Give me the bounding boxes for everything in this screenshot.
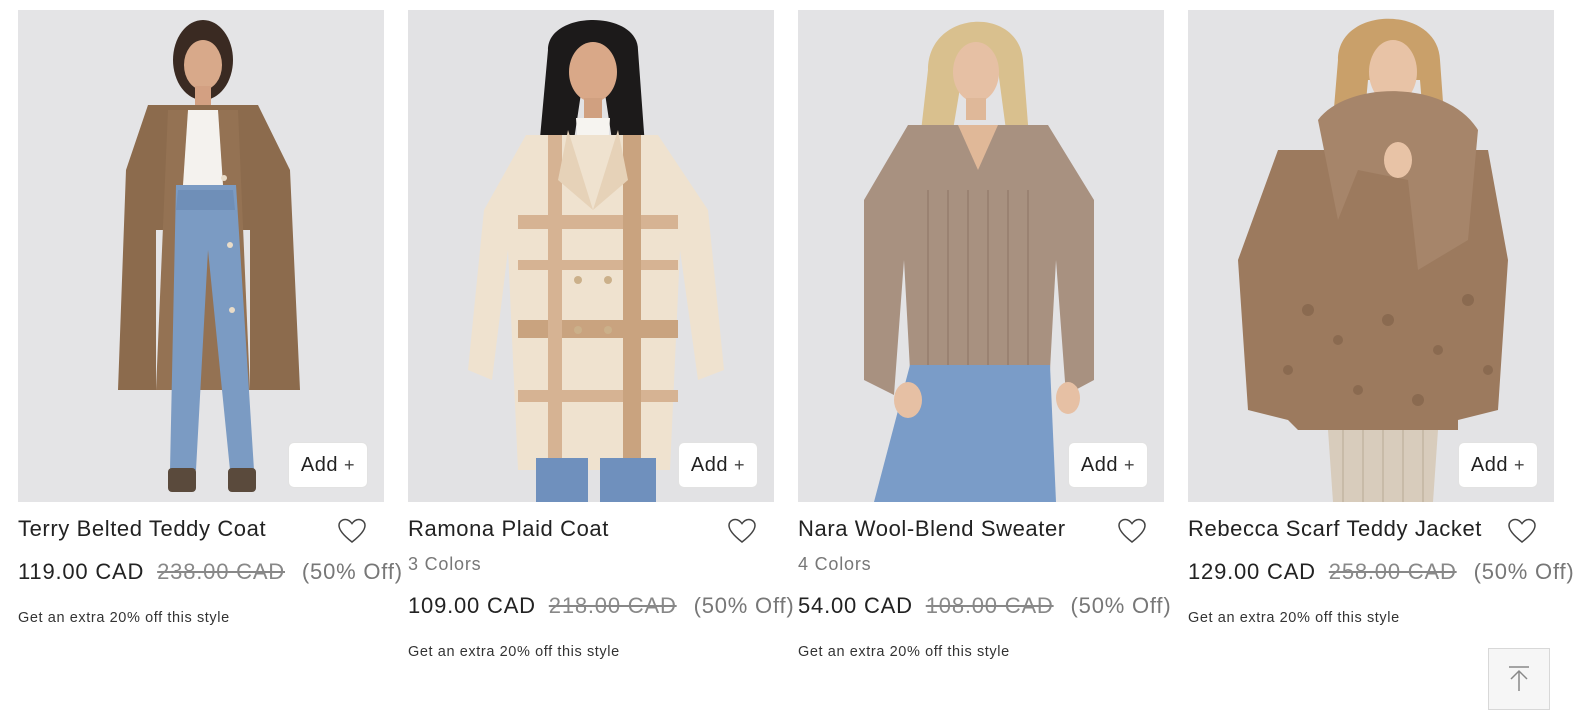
- product-image[interactable]: Add +: [408, 10, 774, 502]
- promo-text: Get an extra 20% off this style: [408, 644, 620, 660]
- add-to-bag-button[interactable]: Add +: [1457, 442, 1538, 488]
- sale-price: 54.00 CAD: [798, 593, 913, 618]
- model-plaid-coat-image: [408, 10, 774, 502]
- product-name[interactable]: Ramona Plaid Coat: [408, 516, 774, 542]
- heart-icon[interactable]: [1118, 518, 1146, 544]
- plus-icon: +: [1123, 454, 1135, 475]
- promo-text: Get an extra 20% off this style: [798, 644, 1010, 660]
- product-name[interactable]: Nara Wool-Blend Sweater: [798, 516, 1164, 542]
- color-count[interactable]: 4 Colors: [798, 552, 1164, 582]
- product-image[interactable]: Add +: [18, 10, 384, 502]
- back-to-top-button[interactable]: [1488, 648, 1550, 710]
- product-image[interactable]: Add +: [1188, 10, 1554, 502]
- add-label: Add: [1080, 453, 1118, 476]
- add-to-bag-button[interactable]: Add +: [287, 442, 368, 488]
- product-card[interactable]: Add + Nara Wool-Blend Sweater 4 Colors 5…: [798, 10, 1171, 660]
- heart-icon[interactable]: [728, 518, 756, 544]
- original-price: 218.00 CAD: [548, 593, 677, 618]
- add-label: Add: [300, 453, 338, 476]
- discount-label: (50% Off): [1473, 559, 1575, 584]
- product-image[interactable]: Add +: [798, 10, 1164, 502]
- product-card[interactable]: Add + Terry Belted Teddy Coat 119.00 CAD…: [18, 10, 402, 626]
- original-price: 258.00 CAD: [1328, 559, 1457, 584]
- heart-icon[interactable]: [338, 518, 366, 544]
- plus-icon: +: [733, 454, 745, 475]
- model-taupe-sweater-image: [798, 10, 1164, 502]
- price-row: 129.00 CAD 258.00 CAD (50% Off): [1188, 558, 1574, 586]
- promo-text: Get an extra 20% off this style: [1188, 610, 1400, 626]
- model-brown-teddy-coat-image: [18, 10, 384, 502]
- original-price: 108.00 CAD: [925, 593, 1054, 618]
- add-label: Add: [1470, 453, 1508, 476]
- heart-icon[interactable]: [1508, 518, 1536, 544]
- price-row: 54.00 CAD 108.00 CAD (50% Off): [798, 592, 1171, 620]
- add-label: Add: [690, 453, 728, 476]
- discount-label: (50% Off): [1070, 593, 1172, 618]
- product-card[interactable]: Add + Ramona Plaid Coat 3 Colors 109.00 …: [408, 10, 794, 660]
- model-teddy-scarf-jacket-image: [1188, 10, 1554, 502]
- sale-price: 119.00 CAD: [18, 559, 145, 584]
- product-name[interactable]: Terry Belted Teddy Coat: [18, 516, 384, 542]
- product-grid: Add + Terry Belted Teddy Coat 119.00 CAD…: [18, 10, 1580, 710]
- sale-price: 109.00 CAD: [408, 593, 536, 618]
- price-row: 119.00 CAD 238.00 CAD (50% Off): [18, 558, 402, 586]
- plus-icon: +: [343, 454, 355, 475]
- discount-label: (50% Off): [301, 559, 403, 584]
- plus-icon: +: [1513, 454, 1525, 475]
- original-price: 238.00 CAD: [157, 559, 285, 584]
- promo-text: Get an extra 20% off this style: [18, 610, 230, 626]
- arrow-up-icon: [1509, 666, 1529, 691]
- product-card[interactable]: Add + Rebecca Scarf Teddy Jacket 129.00 …: [1188, 10, 1574, 626]
- sale-price: 129.00 CAD: [1188, 559, 1316, 584]
- add-to-bag-button[interactable]: Add +: [1067, 442, 1148, 488]
- add-to-bag-button[interactable]: Add +: [677, 442, 758, 488]
- product-name[interactable]: Rebecca Scarf Teddy Jacket: [1188, 516, 1554, 542]
- price-row: 109.00 CAD 218.00 CAD (50% Off): [408, 592, 794, 620]
- discount-label: (50% Off): [693, 593, 795, 618]
- color-count[interactable]: 3 Colors: [408, 552, 774, 582]
